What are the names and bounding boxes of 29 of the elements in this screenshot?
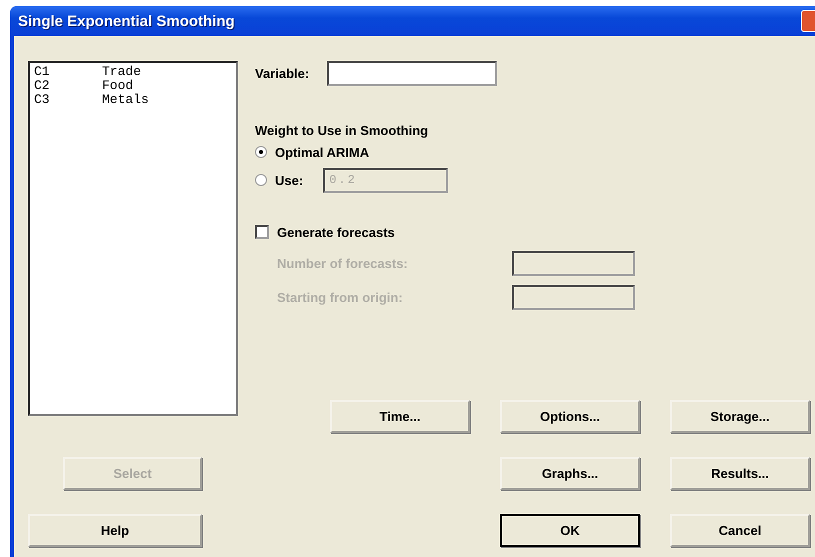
dialog-button[interactable]: Graphs... [500, 457, 640, 490]
columns-listbox[interactable]: C1 Trade C2 Food C3 Metals [28, 61, 238, 416]
column-name: Metals [102, 93, 149, 107]
column-id: C2 [34, 79, 51, 93]
dialog-button[interactable]: Help [28, 514, 202, 547]
checkbox[interactable] [255, 225, 269, 239]
checkbox-label: Generate forecasts [277, 224, 395, 240]
dialog-button[interactable]: Cancel [670, 514, 810, 547]
field-label: Starting from origin: [277, 290, 403, 305]
radio-button[interactable] [255, 146, 267, 158]
radio-label: Use: [275, 172, 304, 188]
variable-field[interactable] [327, 61, 498, 86]
field-label: Number of forecasts: [277, 256, 408, 271]
variable-label: Variable: [255, 66, 310, 81]
dialog-button[interactable]: Time... [330, 400, 470, 433]
input-field[interactable] [512, 285, 635, 310]
column-id: C3 [34, 93, 51, 107]
dialog-button[interactable]: Options... [500, 400, 640, 433]
column-name: Food [102, 79, 134, 93]
weight-heading: Weight to Use in Smoothing [255, 123, 430, 138]
input-field[interactable] [512, 251, 635, 276]
dialog-button[interactable]: Storage... [670, 400, 810, 433]
dialog-button[interactable]: OK [500, 514, 640, 547]
column-id: C1 [34, 65, 51, 79]
column-name: Trade [102, 65, 142, 79]
dialog-button[interactable]: Results... [670, 457, 810, 490]
radio-label: Optimal ARIMA [275, 144, 370, 160]
radio-button[interactable] [255, 174, 267, 186]
window-title: Single Exponential Smoothing [18, 12, 235, 30]
